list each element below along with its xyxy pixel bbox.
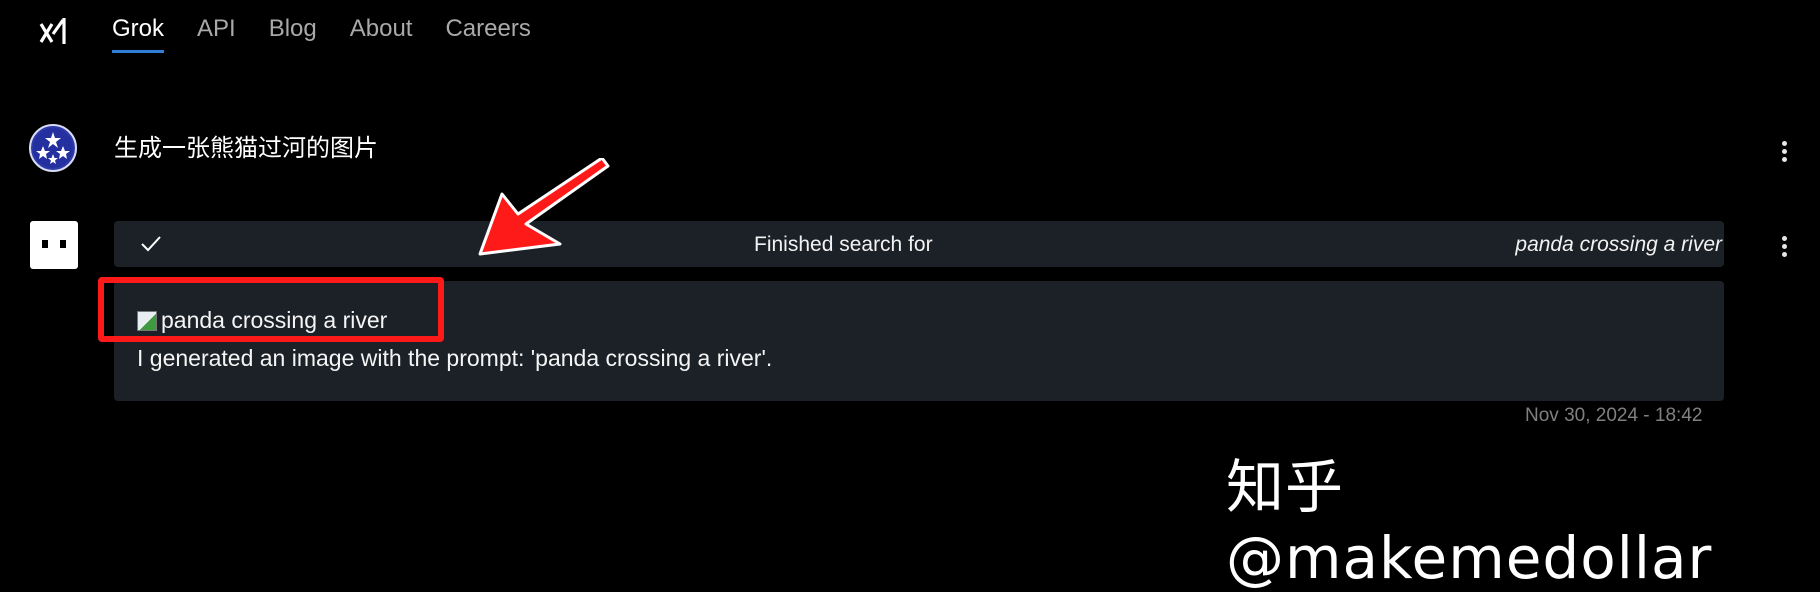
nav-tabs: Grok API Blog About Careers (112, 14, 564, 53)
tab-blog[interactable]: Blog (269, 14, 317, 53)
tab-about[interactable]: About (350, 14, 413, 53)
search-status-label: Finished search for (754, 233, 933, 256)
user-avatar (29, 124, 77, 172)
user-message-more-icon[interactable] (1780, 141, 1788, 165)
search-query: panda crossing a river (1515, 233, 1722, 256)
top-navigation: Grok API Blog About Careers (0, 0, 1820, 60)
message-timestamp: Nov 30, 2024 - 18:42 (1525, 405, 1703, 426)
red-highlight-box (98, 277, 444, 342)
search-status-bar[interactable]: Finished search for panda crossing a riv… (114, 221, 1724, 267)
xai-logo-icon[interactable] (38, 14, 72, 48)
tab-api[interactable]: API (197, 14, 236, 53)
star-pattern-icon (33, 128, 73, 168)
response-more-icon[interactable] (1780, 236, 1788, 260)
red-arrow-icon (478, 158, 610, 256)
tab-grok[interactable]: Grok (112, 14, 165, 53)
grok-avatar (30, 221, 78, 269)
user-message: 生成一张熊猫过河的图片 (114, 134, 378, 162)
check-icon (141, 236, 161, 252)
watermark: 知乎 @makemedollar (1226, 453, 1713, 592)
tab-careers[interactable]: Careers (445, 14, 530, 53)
response-text: I generated an image with the prompt: 'p… (137, 345, 773, 371)
